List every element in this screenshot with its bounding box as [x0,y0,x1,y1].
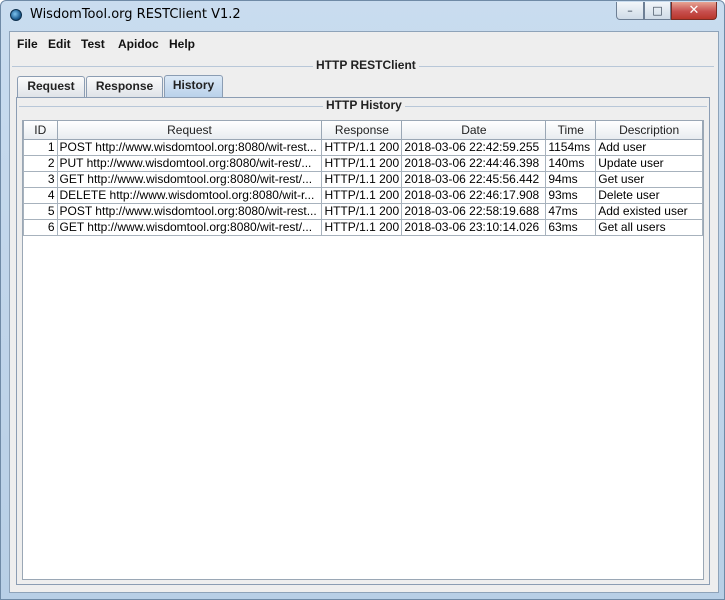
cell-date: 2018-03-06 22:45:56.442 [401,171,547,188]
cell-time: 94ms [545,171,597,188]
column-header-response[interactable]: Response [321,121,403,140]
cell-time: 140ms [545,155,597,172]
cell-response: HTTP/1.1 200 [321,203,403,220]
cell-time: 93ms [545,187,597,204]
column-header-request[interactable]: Request [56,121,323,140]
table-row[interactable]: 5 POST http://www.wisdomtool.org:8080/wi… [23,203,703,220]
cell-description: Get all users [595,219,703,236]
cell-description: Delete user [595,187,703,204]
cell-request: GET http://www.wisdomtool.org:8080/wit-r… [56,219,323,236]
tab-response[interactable]: Response [86,76,163,97]
menu-bar: File Edit Test Apidoc Help [10,32,718,56]
cell-response: HTTP/1.1 200 [321,187,403,204]
table-row[interactable]: 4 DELETE http://www.wisdomtool.org:8080/… [23,187,703,204]
cell-id: 1 [23,139,58,156]
table-row[interactable]: 6 GET http://www.wisdomtool.org:8080/wit… [23,219,703,236]
cell-date: 2018-03-06 22:58:19.688 [401,203,547,220]
app-window: WisdomTool.org RESTClient V1.2 – □ ✕ Fil… [0,0,725,600]
menu-test[interactable]: Test [81,37,105,51]
table-row[interactable]: 3 GET http://www.wisdomtool.org:8080/wit… [23,171,703,188]
cell-response: HTTP/1.1 200 [321,219,403,236]
cell-request: PUT http://www.wisdomtool.org:8080/wit-r… [56,155,323,172]
history-table-container[interactable]: ID Request Response Date Time Descriptio… [22,120,704,580]
history-table: ID Request Response Date Time Descriptio… [23,121,703,236]
cell-id: 2 [23,155,58,172]
title-bar[interactable]: WisdomTool.org RESTClient V1.2 – □ ✕ [1,1,724,29]
column-header-date[interactable]: Date [401,121,547,140]
history-title: HTTP History [323,98,405,112]
cell-description: Get user [595,171,703,188]
column-header-description[interactable]: Description [595,121,703,140]
cell-request: POST http://www.wisdomtool.org:8080/wit-… [56,139,323,156]
menu-help[interactable]: Help [169,37,195,51]
cell-date: 2018-03-06 22:42:59.255 [401,139,547,156]
close-button[interactable]: ✕ [671,2,717,20]
app-logo-icon [10,9,22,21]
cell-id: 3 [23,171,58,188]
cell-description: Add user [595,139,703,156]
cell-time: 1154ms [545,139,597,156]
cell-request: DELETE http://www.wisdomtool.org:8080/wi… [56,187,323,204]
cell-id: 6 [23,219,58,236]
menu-file[interactable]: File [17,37,38,51]
cell-description: Add existed user [595,203,703,220]
minimize-button[interactable]: – [616,2,644,20]
cell-date: 2018-03-06 22:44:46.398 [401,155,547,172]
tab-history[interactable]: History [164,75,223,97]
cell-request: POST http://www.wisdomtool.org:8080/wit-… [56,203,323,220]
cell-request: GET http://www.wisdomtool.org:8080/wit-r… [56,171,323,188]
cell-response: HTTP/1.1 200 [321,139,403,156]
window-title: WisdomTool.org RESTClient V1.2 [30,7,241,22]
column-header-id[interactable]: ID [23,121,58,140]
cell-id: 4 [23,187,58,204]
cell-time: 47ms [545,203,597,220]
cell-id: 5 [23,203,58,220]
table-row[interactable]: 2 PUT http://www.wisdomtool.org:8080/wit… [23,155,703,172]
cell-description: Update user [595,155,703,172]
menu-apidoc[interactable]: Apidoc [118,37,159,51]
cell-date: 2018-03-06 22:46:17.908 [401,187,547,204]
cell-date: 2018-03-06 23:10:14.026 [401,219,547,236]
cell-time: 63ms [545,219,597,236]
menu-edit[interactable]: Edit [48,37,71,51]
cell-response: HTTP/1.1 200 [321,171,403,188]
table-header-row: ID Request Response Date Time Descriptio… [23,121,703,140]
column-header-time[interactable]: Time [545,121,597,140]
cell-response: HTTP/1.1 200 [321,155,403,172]
table-row[interactable]: 1 POST http://www.wisdomtool.org:8080/wi… [23,139,703,156]
history-panel: HTTP History ID Request Response Date Ti… [16,97,710,585]
group-title: HTTP RESTClient [313,58,419,72]
maximize-button[interactable]: □ [644,2,671,20]
tab-request[interactable]: Request [17,76,85,97]
client-area: File Edit Test Apidoc Help HTTP RESTClie… [9,31,719,593]
